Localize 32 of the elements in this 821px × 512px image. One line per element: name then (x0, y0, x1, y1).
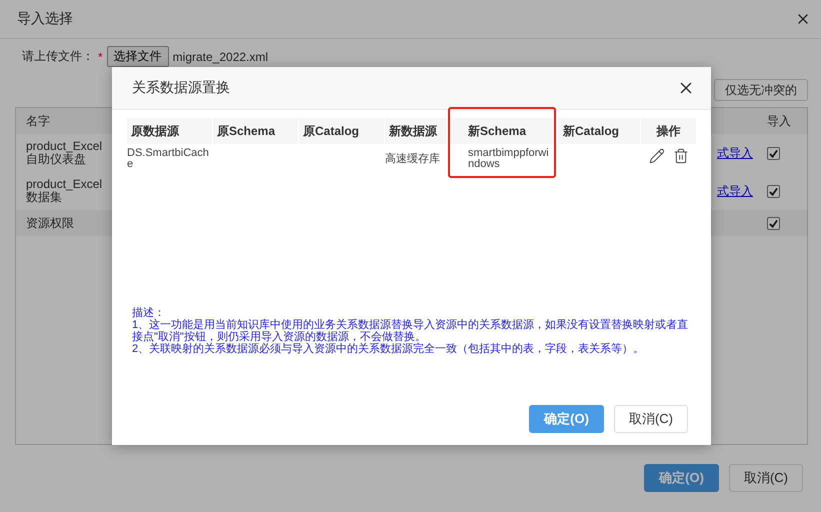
import-checkbox[interactable] (767, 184, 780, 198)
table-cell-text: DS.SmartbiCache (127, 146, 210, 170)
cancel-button[interactable]: 取消(C) (614, 405, 688, 433)
column-header: 操作 (641, 118, 696, 144)
upload-label: 请上传文件： (22, 48, 94, 65)
dialog-title: 导入选择 (17, 10, 73, 28)
name-cell-text: 资源权限 (25, 216, 75, 230)
description-text: 描述： (132, 307, 166, 319)
column-header: 原Schema (213, 118, 298, 144)
choose-file-button[interactable]: 选择文件 (106, 46, 169, 67)
cancel-button[interactable]: 取消(C) (728, 464, 803, 492)
filter-button[interactable]: 仅选无冲突的 (714, 79, 808, 101)
column-header: 原Catalog (299, 118, 384, 144)
import-checkbox[interactable] (767, 146, 780, 160)
column-header: 新数据源 (385, 118, 447, 144)
file-name: migrate_2022.xml (172, 50, 268, 64)
name-cell-text: product_Excel数据集 (25, 178, 104, 204)
table-cell-text: smartbimppforwindows (467, 146, 550, 170)
modal-title: 关系数据源置换 (132, 79, 230, 97)
import-link[interactable]: 式导入 (717, 182, 767, 200)
description-text: 1、这一功能是用当前知识库中使用的业务关系数据源替换导入资源中的关系数据源，如果没有设置替换映射或者直接点"取消"按钮，则仍采用导入资源的数据源，不会做替换。 (132, 319, 690, 343)
column-header: 原数据源 (127, 118, 212, 144)
column-header: 导入 (767, 112, 792, 130)
column-header: 新Catalog (557, 118, 640, 144)
column-header: 名字 (25, 114, 51, 128)
column-header: 新Schema (448, 118, 556, 144)
description-text: 2、关联映射的关系数据源必须与导入资源中的关系数据源完全一致（包括其中的表，字段，表关系等）。 (132, 343, 646, 355)
import-checkbox[interactable] (767, 216, 780, 230)
import-link[interactable]: 式导入 (717, 144, 767, 162)
table-cell-text: 高速缓存库 (385, 152, 441, 164)
required-mark: * (98, 50, 103, 64)
name-cell-text: product_Excel自助仪表盘 (25, 140, 104, 166)
